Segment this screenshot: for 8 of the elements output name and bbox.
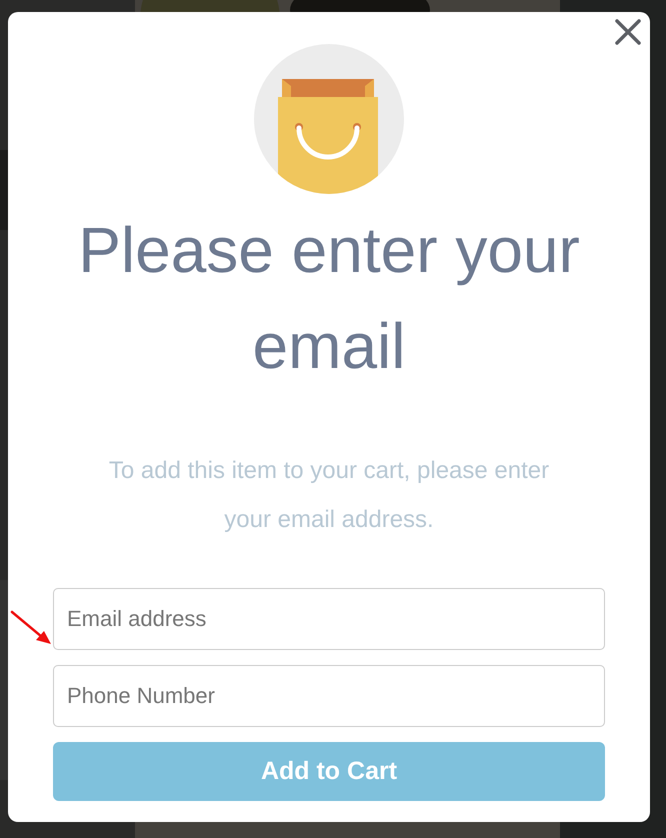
dialog-message: To add this item to your cart, please enter your email address. xyxy=(108,456,550,535)
close-icon[interactable] xyxy=(614,18,642,46)
arrow-annotation xyxy=(10,610,52,646)
input-field[interactable]: Email address xyxy=(53,588,605,650)
shopping-bag-icon xyxy=(254,44,404,194)
add-to-cart-button[interactable]: Add to Cart xyxy=(53,742,605,801)
input-field[interactable]: Phone Number xyxy=(53,665,605,727)
dialog-title: Please enter your email xyxy=(77,213,581,384)
